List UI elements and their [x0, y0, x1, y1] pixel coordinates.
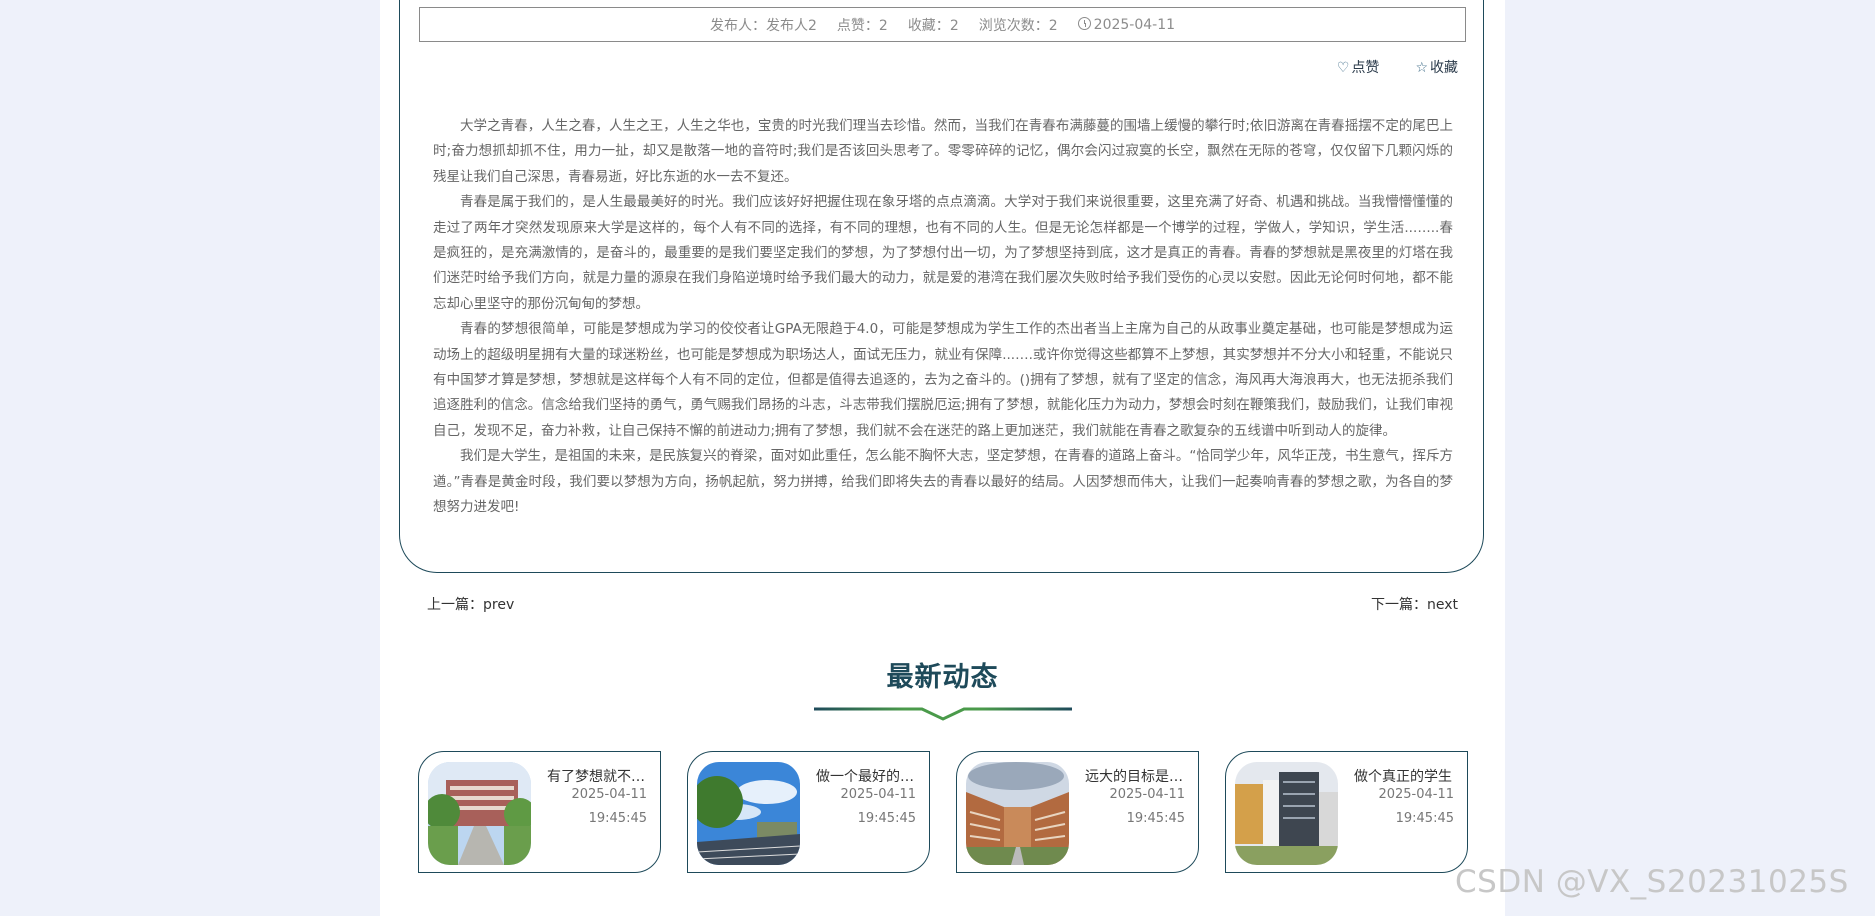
news-card[interactable]: 远大的目标是梦想 2025-04-11 19:45:45 — [956, 751, 1199, 873]
news-date: 2025-04-11 — [1378, 787, 1454, 802]
star-icon: ☆ — [1415, 60, 1428, 76]
next-article-link[interactable]: 下一篇：next — [1371, 594, 1458, 614]
clock-icon — [1077, 16, 1091, 30]
news-thumbnail — [428, 762, 531, 865]
news-card[interactable]: 做一个最好的自己 2025-04-11 19:45:45 — [687, 751, 930, 873]
news-title: 远大的目标是梦想 — [1085, 769, 1189, 785]
news-time: 19:45:45 — [857, 811, 916, 826]
news-time: 19:45:45 — [1126, 811, 1185, 826]
meta-views: 浏览次数：2 — [978, 17, 1058, 34]
news-thumbnail — [1235, 762, 1338, 865]
watermark: CSDN @VX_S20231025S — [1455, 864, 1849, 900]
article-paragraph: 我们是大学生，是祖国的未来，是民族复兴的脊梁，面对如此重任，怎么能不胸怀大志，坚… — [433, 448, 1453, 516]
title-underline-decoration — [814, 707, 1072, 721]
news-card[interactable]: 有了梦想就不会迷茫 2025-04-11 19:45:45 — [418, 751, 661, 873]
news-title: 做一个最好的自己 — [816, 769, 920, 785]
page-container: 发布人：发布人2 点赞：2 收藏：2 浏览次数：2 2025-04-11 ♡ 点赞… — [380, 0, 1505, 916]
meta-date: 2025-04-11 — [1077, 16, 1175, 33]
meta-likes: 点赞：2 — [836, 17, 888, 34]
favorite-button[interactable]: ☆ 收藏 — [1415, 57, 1458, 77]
news-title: 有了梦想就不会迷茫 — [547, 769, 651, 785]
news-date: 2025-04-11 — [1109, 787, 1185, 802]
news-card[interactable]: 做个真正的学生 2025-04-11 19:45:45 — [1225, 751, 1468, 873]
article-actions: ♡ 点赞 ☆ 收藏 — [1337, 57, 1458, 77]
news-time: 19:45:45 — [1395, 811, 1454, 826]
section-title: 最新动态 — [886, 662, 999, 693]
article-paragraph: 青春的梦想很简单，可能是梦想成为学习的佼佼者让GPA无限趋于4.0，可能是梦想成… — [433, 321, 1453, 439]
news-date: 2025-04-11 — [840, 787, 916, 802]
news-title: 做个真正的学生 — [1354, 769, 1452, 785]
meta-favorites: 收藏：2 — [907, 17, 959, 34]
meta-publisher: 发布人：发布人2 — [709, 17, 817, 34]
heart-icon: ♡ — [1336, 60, 1350, 76]
article-meta-bar: 发布人：发布人2 点赞：2 收藏：2 浏览次数：2 2025-04-11 — [419, 7, 1466, 42]
article-content: 大学之青春，人生之春，人生之王，人生之华也，宝贵的时光我们理当去珍惜。然而，当我… — [433, 114, 1453, 521]
like-button[interactable]: ♡ 点赞 — [1337, 57, 1380, 77]
article-paragraph: 青春是属于我们的，是人生最最美好的时光。我们应该好好把握住现在象牙塔的点点滴滴。… — [433, 194, 1453, 312]
news-date: 2025-04-11 — [571, 787, 647, 802]
news-time: 19:45:45 — [588, 811, 647, 826]
article-paragraph: 大学之青春，人生之春，人生之王，人生之华也，宝贵的时光我们理当去珍惜。然而，当我… — [433, 118, 1453, 185]
prev-article-link[interactable]: 上一篇：prev — [427, 594, 514, 614]
news-thumbnail — [697, 762, 800, 865]
news-thumbnail — [966, 762, 1069, 865]
